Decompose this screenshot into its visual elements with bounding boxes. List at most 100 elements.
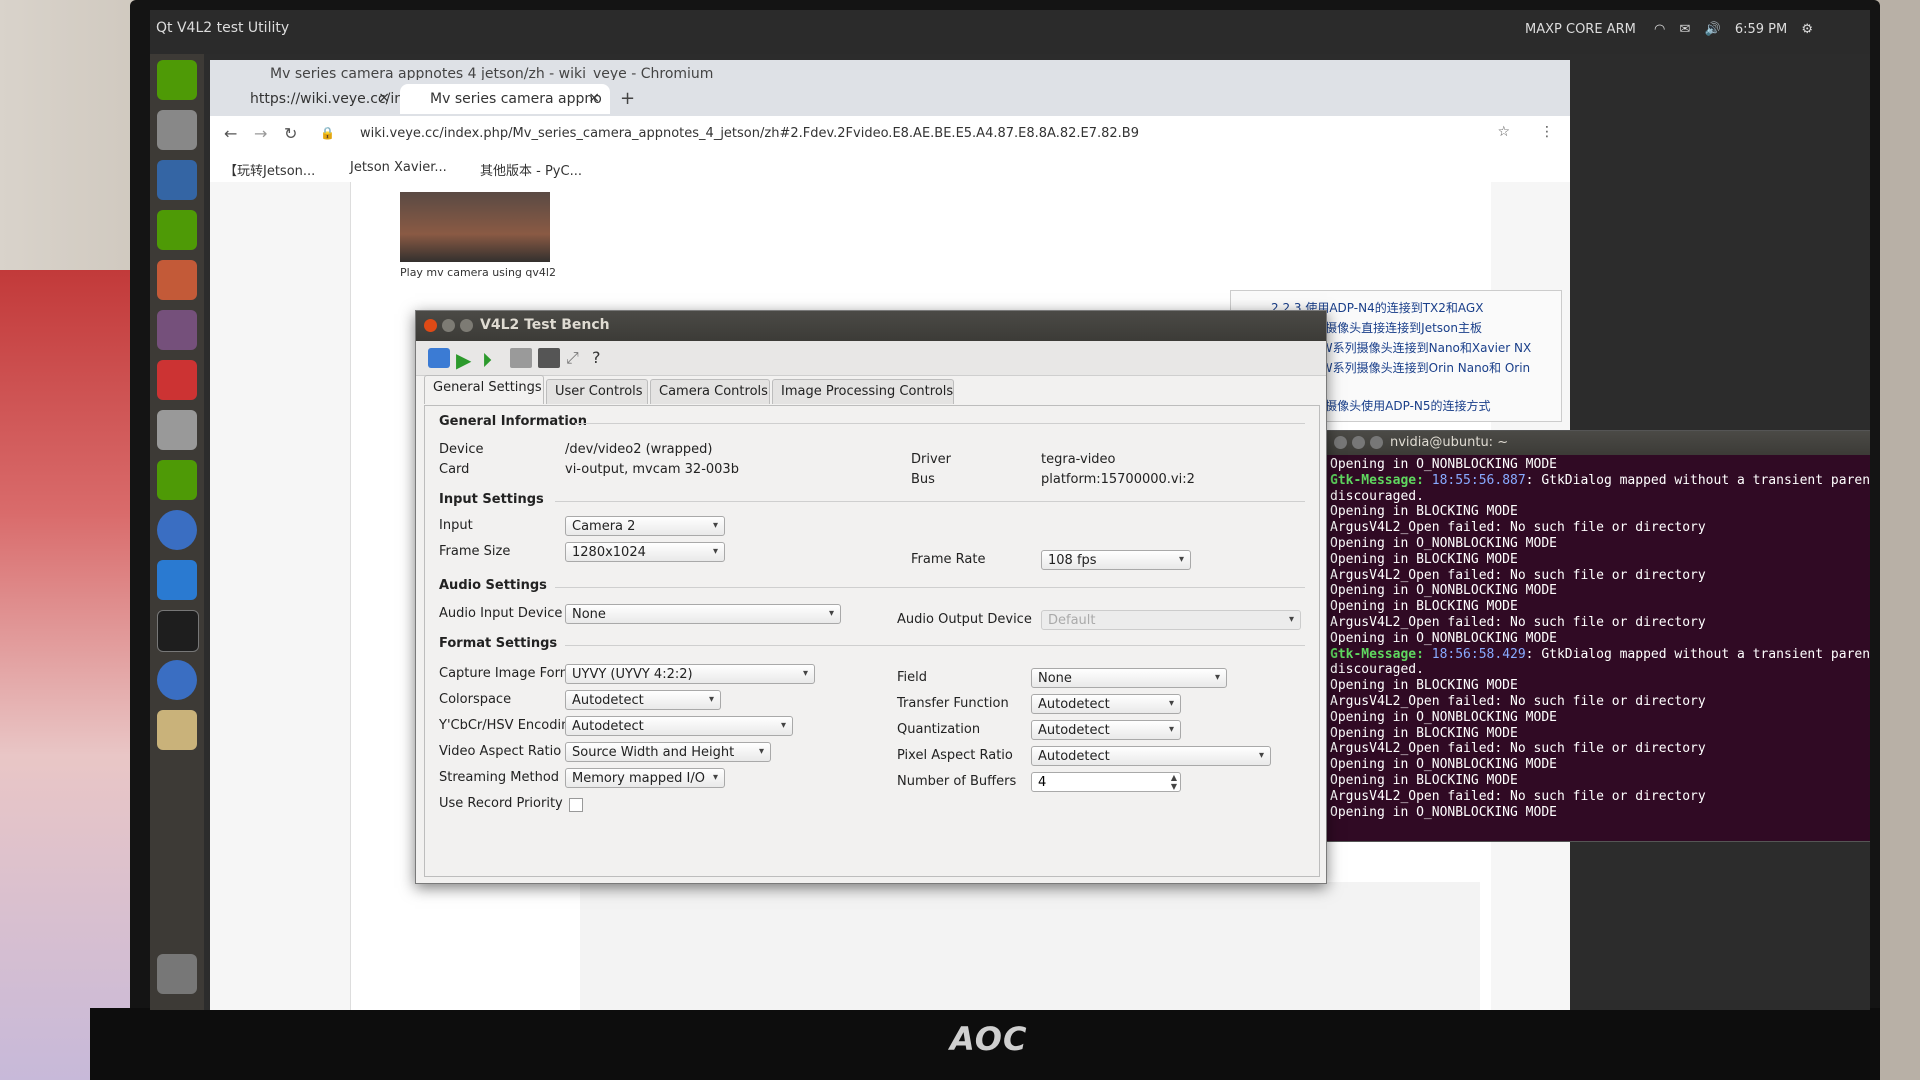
presentation-icon[interactable] bbox=[157, 260, 197, 300]
general-settings-panel: General Information Device /dev/video2 (… bbox=[424, 405, 1320, 877]
wifi-icon[interactable]: ◠ bbox=[1654, 22, 1665, 37]
ycbcr-encoding-label: Y'CbCr/HSV Encoding bbox=[439, 718, 578, 733]
chevron-down-icon: ▾ bbox=[828, 608, 834, 619]
active-app-title: Qt V4L2 test Utility bbox=[156, 20, 290, 36]
forward-icon[interactable]: → bbox=[254, 124, 267, 143]
ycbcr-encoding-select[interactable]: Autodetect ▾ bbox=[565, 716, 793, 736]
chevron-down-icon: ▾ bbox=[1214, 672, 1220, 683]
capture-image-formats-select[interactable]: UYVY (UYVY 4:2:2) ▾ bbox=[565, 664, 815, 684]
browser-tab-1[interactable]: https://wiki.veye.cc/inde × bbox=[220, 84, 421, 114]
field-select[interactable]: None ▾ bbox=[1031, 668, 1227, 688]
qv4l2-icon[interactable] bbox=[157, 710, 197, 750]
input-label: Input bbox=[439, 518, 473, 533]
document-icon[interactable] bbox=[157, 160, 197, 200]
terminal-line-text: Opening in BLOCKING MODE bbox=[1330, 772, 1518, 788]
terminal-line: Opening in O_NONBLOCKING MODE bbox=[1330, 457, 1870, 473]
back-icon[interactable]: ← bbox=[224, 124, 237, 143]
software-center-icon[interactable] bbox=[157, 310, 197, 350]
gear-icon[interactable]: ⚙ bbox=[1801, 22, 1813, 37]
whats-this-icon[interactable]: ? bbox=[592, 348, 614, 368]
files-icon[interactable] bbox=[157, 110, 197, 150]
terminal-line-text: Opening in O_NONBLOCKING MODE bbox=[1330, 535, 1557, 551]
play-icon[interactable]: ▶ bbox=[456, 348, 478, 372]
frame-size-label: Frame Size bbox=[439, 544, 511, 559]
minimize-window-button[interactable] bbox=[1352, 436, 1365, 449]
transfer-function-select[interactable]: Autodetect ▾ bbox=[1031, 694, 1181, 714]
chromium-icon[interactable] bbox=[157, 510, 197, 550]
spin-arrows-icon[interactable]: ▲ ▼ bbox=[1171, 773, 1177, 791]
star-icon[interactable]: ☆ bbox=[1497, 124, 1510, 140]
drive-green-icon[interactable] bbox=[157, 460, 197, 500]
url-field[interactable]: wiki.veye.cc/index.php/Mv_series_camera_… bbox=[360, 126, 1139, 141]
terminal-line: Opening in BLOCKING MODE bbox=[1330, 599, 1870, 615]
pixel-aspect-ratio-select[interactable]: Autodetect ▾ bbox=[1031, 746, 1271, 766]
chevron-down-icon: ▾ bbox=[1288, 614, 1294, 625]
drive-icon[interactable] bbox=[157, 410, 197, 450]
fullscreen-icon[interactable]: ⤢ bbox=[566, 348, 588, 368]
video-thumbnail[interactable] bbox=[400, 192, 550, 262]
number-of-buffers-spinbox[interactable]: 4 ▲ ▼ bbox=[1031, 772, 1181, 792]
audio-input-device-select[interactable]: None ▾ bbox=[565, 604, 841, 624]
colorspace-select[interactable]: Autodetect ▾ bbox=[565, 690, 721, 710]
snapshot-icon[interactable] bbox=[510, 348, 532, 368]
tab-user-controls[interactable]: User Controls bbox=[546, 379, 648, 404]
bookmark-item[interactable]: 其他版本 - PyC... bbox=[480, 160, 582, 179]
tab-image-processing-controls[interactable]: Image Processing Controls bbox=[772, 379, 954, 404]
ubuntu-search-icon[interactable] bbox=[157, 60, 197, 100]
chevron-down-icon: ▾ bbox=[712, 772, 718, 783]
chromium-icon-2[interactable] bbox=[157, 660, 197, 700]
menu-icon[interactable]: ⋮ bbox=[1540, 124, 1554, 140]
general-information-heading: General Information bbox=[439, 414, 587, 429]
quantization-select[interactable]: Autodetect ▾ bbox=[1031, 720, 1181, 740]
use-record-priority-checkbox[interactable] bbox=[569, 798, 583, 812]
browser-tab-2[interactable]: Mv series camera appno × bbox=[400, 84, 610, 114]
tab-general-settings[interactable]: General Settings bbox=[424, 375, 544, 404]
pixel-aspect-ratio-label: Pixel Aspect Ratio bbox=[897, 748, 1013, 763]
step-play-icon[interactable]: ⏵ bbox=[482, 348, 504, 372]
capture-icon[interactable] bbox=[538, 348, 560, 368]
close-icon[interactable]: × bbox=[378, 90, 390, 106]
settings-icon[interactable] bbox=[157, 360, 197, 400]
bookmark-item[interactable]: 【玩转Jetson... bbox=[224, 160, 315, 179]
reload-icon[interactable]: ↻ bbox=[284, 124, 297, 143]
frame-rate-select[interactable]: 108 fps ▾ bbox=[1041, 550, 1191, 570]
maximize-window-button[interactable] bbox=[460, 319, 473, 332]
clock[interactable]: 6:59 PM bbox=[1735, 22, 1787, 37]
new-tab-icon[interactable]: + bbox=[620, 88, 635, 109]
frame-size-select[interactable]: 1280x1024 ▾ bbox=[565, 542, 725, 562]
terminal-line-text: Opening in O_NONBLOCKING MODE bbox=[1330, 457, 1557, 472]
terminal-output[interactable]: Opening in O_NONBLOCKING MODE Gtk-Message… bbox=[1330, 457, 1870, 837]
streaming-method-select[interactable]: Memory mapped I/O ▾ bbox=[565, 768, 725, 788]
spreadsheet-icon[interactable] bbox=[157, 210, 197, 250]
maximize-window-button[interactable] bbox=[1370, 436, 1383, 449]
trash-icon[interactable] bbox=[157, 954, 197, 994]
audio-settings-heading: Audio Settings bbox=[439, 578, 547, 593]
tray-status[interactable]: MAXP CORE ARM bbox=[1525, 22, 1636, 37]
volume-icon[interactable]: 🔊 bbox=[1705, 22, 1721, 37]
app-icon[interactable] bbox=[157, 560, 197, 600]
video-aspect-ratio-label: Video Aspect Ratio bbox=[439, 744, 562, 759]
lock-icon[interactable]: 🔒 bbox=[320, 126, 335, 140]
close-icon[interactable]: × bbox=[588, 90, 600, 106]
open-device-icon[interactable] bbox=[428, 348, 450, 368]
terminal-line-text: Opening in O_NONBLOCKING MODE bbox=[1330, 630, 1557, 646]
close-window-button[interactable] bbox=[1334, 436, 1347, 449]
terminal-line: Opening in O_NONBLOCKING MODE bbox=[1330, 757, 1870, 773]
tab-camera-controls[interactable]: Camera Controls bbox=[650, 379, 770, 404]
terminal-line-text: discouraged. bbox=[1330, 488, 1424, 504]
bus-value: platform:15700000.vi:2 bbox=[1041, 472, 1195, 487]
terminal-line: Gtk-Message: 18:55:56.887: GtkDialog map… bbox=[1330, 473, 1870, 489]
video-aspect-ratio-select[interactable]: Source Width and Height ▾ bbox=[565, 742, 771, 762]
terminal-line: Opening in BLOCKING MODE bbox=[1330, 552, 1870, 568]
mail-icon[interactable]: ✉ bbox=[1679, 22, 1690, 37]
device-label: Device bbox=[439, 442, 484, 457]
terminal-icon[interactable] bbox=[157, 610, 199, 652]
terminal-line-text: Opening in BLOCKING MODE bbox=[1330, 678, 1518, 694]
close-window-button[interactable] bbox=[424, 319, 437, 332]
input-select[interactable]: Camera 2 ▾ bbox=[565, 516, 725, 536]
divider bbox=[575, 423, 1305, 424]
bookmark-item[interactable]: Jetson Xavier... bbox=[350, 160, 447, 175]
minimize-window-button[interactable] bbox=[442, 319, 455, 332]
chevron-down-icon: ▾ bbox=[1258, 750, 1264, 761]
chevron-down-icon: ▾ bbox=[1168, 724, 1174, 735]
